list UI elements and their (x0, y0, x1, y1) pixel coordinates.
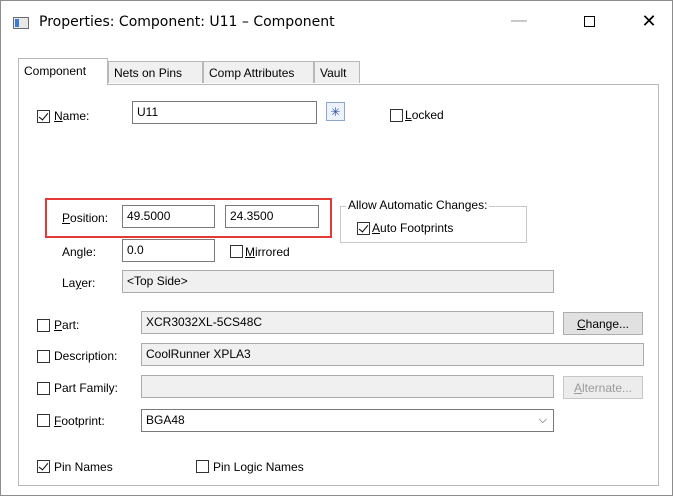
snowflake-refresh-icon: ✳ (330, 104, 341, 119)
maximize-icon (583, 15, 595, 27)
change-button[interactable]: Change... (563, 312, 643, 335)
part-field: XCR3032XL-5CS48C (141, 311, 554, 334)
alternate-button[interactable]: Alternate... (563, 376, 643, 399)
pin-logic-names-label: Pin Logic Names (213, 460, 304, 474)
pin-logic-names-checkbox[interactable] (196, 460, 209, 473)
tab-nets-on-pins[interactable]: Nets on Pins (108, 61, 203, 83)
minimize-icon: — (511, 12, 527, 29)
part-family-label: Part Family: (54, 381, 119, 395)
locked-checkbox[interactable] (390, 109, 403, 122)
description-checkbox[interactable] (37, 350, 50, 363)
auto-footprints-checkbox[interactable] (357, 222, 370, 235)
window-title: Properties: Component: U11 – Component (39, 14, 335, 30)
mirrored-label: Mirrored (245, 245, 290, 259)
part-label: Part: (54, 318, 80, 332)
pin-names-checkbox[interactable] (37, 460, 50, 473)
part-checkbox[interactable] (37, 319, 50, 332)
auto-footprints-label: Auto Footprints (372, 221, 454, 235)
mirrored-checkbox[interactable] (230, 245, 243, 258)
maximize-button[interactable] (566, 1, 612, 41)
tab-vault[interactable]: Vault (314, 61, 360, 83)
name-checkbox[interactable] (37, 110, 50, 123)
description-label: Description: (54, 349, 118, 363)
footprint-checkbox[interactable] (37, 414, 50, 427)
footprint-select[interactable]: BGA48 ⌵ (141, 409, 554, 432)
close-button[interactable]: ✕ (626, 1, 672, 41)
position-y-input[interactable]: 24.3500 (225, 205, 319, 228)
layer-field: <Top Side> (122, 270, 554, 293)
app-icon (13, 17, 29, 29)
part-family-field (141, 375, 554, 398)
locked-label: Locked (405, 108, 444, 122)
tab-comp-attributes[interactable]: Comp Attributes (203, 61, 314, 83)
name-label: Name: (54, 109, 90, 123)
tab-component[interactable]: Component (18, 58, 108, 85)
title-bar[interactable]: Properties: Component: U11 – Component —… (1, 1, 672, 43)
layer-label: Layer: (62, 276, 96, 290)
auto-changes-title: Allow Automatic Changes: (346, 198, 490, 212)
position-x-input[interactable]: 49.5000 (122, 205, 215, 228)
position-label: Position: (62, 211, 109, 225)
minimize-button[interactable]: — (496, 1, 542, 41)
part-family-checkbox[interactable] (37, 382, 50, 395)
name-input[interactable]: U11 (132, 101, 317, 124)
refresh-name-button[interactable]: ✳ (326, 102, 345, 121)
description-field: CoolRunner XPLA3 (141, 343, 644, 366)
footprint-label: Footprint: (54, 414, 105, 428)
angle-input[interactable]: 0.0 (122, 239, 215, 262)
footprint-value: BGA48 (146, 413, 185, 427)
angle-label: Angle: (62, 245, 97, 259)
properties-dialog: Properties: Component: U11 – Component —… (0, 0, 673, 496)
close-icon: ✕ (641, 10, 657, 31)
pin-names-label: Pin Names (54, 460, 113, 474)
chevron-down-icon[interactable]: ⌵ (539, 414, 547, 427)
